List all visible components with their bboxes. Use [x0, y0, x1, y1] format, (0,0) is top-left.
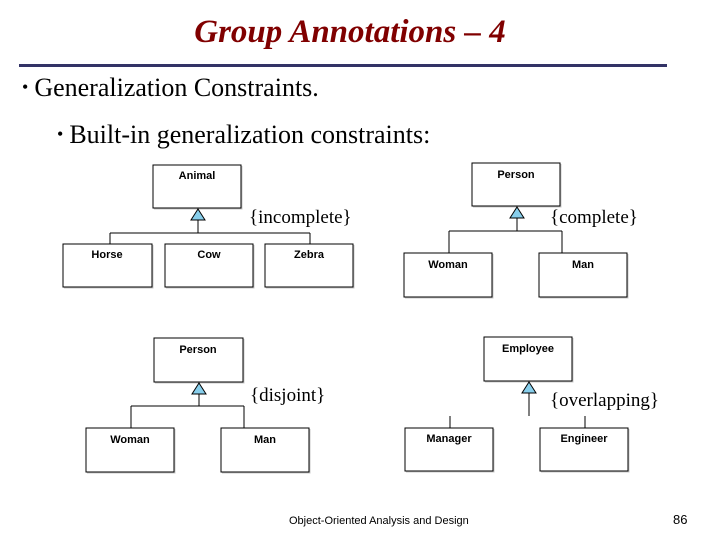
superclass-box: Animal [152, 164, 243, 210]
constraint-label: {overlapping} [550, 390, 659, 411]
class-name: Person [179, 344, 217, 356]
page-number: 86 [673, 512, 688, 527]
superclass-box: Employee [483, 336, 574, 383]
diagram-disjoint: Person Woman Man {disjoint} [85, 337, 325, 474]
class-name: Woman [428, 259, 468, 271]
constraint-label: {incomplete} [249, 207, 352, 228]
class-name: Person [497, 169, 535, 181]
generalization-arrow-icon [191, 382, 207, 395]
subclass-box: Horse [62, 243, 154, 289]
class-name: Engineer [560, 433, 608, 445]
subclass-box: Cow [164, 243, 255, 289]
subclass-box: Engineer [539, 427, 630, 473]
generalization-edges [130, 394, 245, 428]
class-name: Manager [426, 433, 472, 445]
diagram-incomplete: Animal Horse Cow Zebra {incomplete} [62, 164, 355, 289]
superclass-box: Person [471, 162, 562, 208]
superclass-box: Person [153, 337, 245, 384]
subclass-box: Woman [403, 252, 494, 299]
class-name: Man [572, 259, 594, 271]
subclass-box: Zebra [264, 243, 355, 289]
class-name: Woman [110, 434, 150, 446]
class-name: Employee [502, 343, 554, 355]
constraint-label: {disjoint} [250, 385, 325, 406]
subclass-box: Man [220, 427, 311, 474]
subclass-box: Man [538, 252, 629, 299]
class-name: Horse [91, 249, 122, 261]
subclass-box: Woman [85, 427, 176, 474]
generalization-arrow-icon [509, 206, 525, 219]
generalization-edges [448, 218, 563, 253]
class-name: Zebra [294, 249, 325, 261]
constraint-label: {complete} [550, 207, 638, 228]
class-name: Man [254, 434, 276, 446]
generalization-arrow-icon [521, 381, 537, 394]
subclass-box: Manager [404, 427, 495, 473]
diagram-complete: Person Woman Man {complete} [403, 162, 638, 299]
uml-diagrams: Animal Horse Cow Zebra {incomplete} Pers… [62, 162, 659, 474]
diagram-overlapping: Employee Manager Engineer {overlapping} [404, 336, 659, 473]
generalization-arrow-icon [190, 208, 206, 221]
slide-footer: Object-Oriented Analysis and Design [289, 515, 469, 527]
class-name: Cow [197, 249, 221, 261]
class-name: Animal [179, 170, 216, 182]
